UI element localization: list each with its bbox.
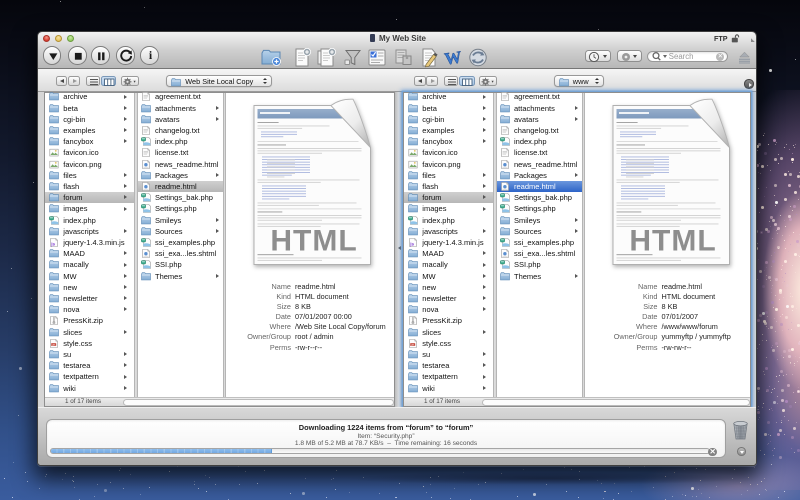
svg-text:W: W bbox=[443, 47, 462, 68]
svg-text:HTML: HTML bbox=[629, 225, 716, 258]
svg-text:HTML: HTML bbox=[270, 225, 357, 258]
svg-text:js: js bbox=[50, 241, 55, 246]
svg-text:js: js bbox=[409, 241, 414, 246]
